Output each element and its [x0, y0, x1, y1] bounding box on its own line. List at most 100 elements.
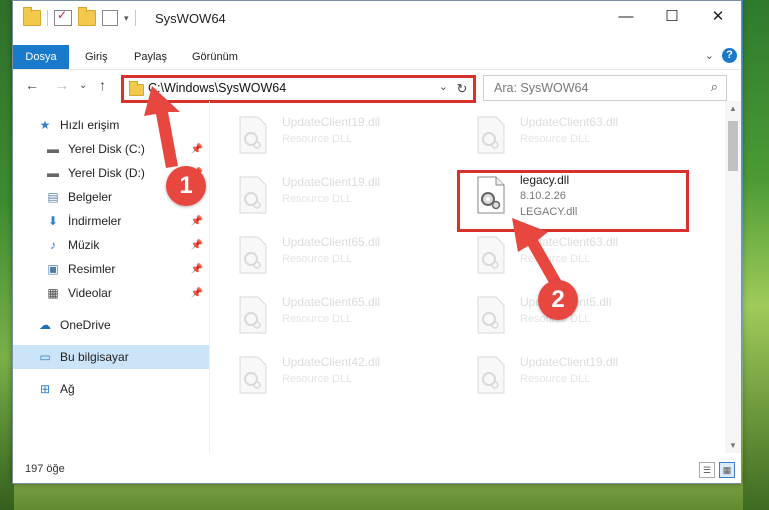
pictures-icon: ▣: [47, 262, 59, 276]
file-name: UpdateClient42.dll: [282, 355, 381, 369]
tiles-view-icon[interactable]: ▦: [719, 462, 735, 478]
computer-icon: ▭: [39, 350, 51, 364]
sidebar-item-label: İndirmeler: [68, 214, 122, 228]
file-description: Resource DLL: [520, 133, 591, 145]
details-view-icon[interactable]: ☰: [699, 462, 715, 478]
title-bar: ▾ SysWOW64 — ☐ ✕: [13, 1, 741, 35]
scroll-thumb[interactable]: [728, 121, 738, 171]
list-item[interactable]: UpdateClient65.dll Resource DLL: [234, 291, 454, 341]
properties-icon[interactable]: [54, 8, 72, 26]
maximize-button[interactable]: ☐: [649, 1, 695, 31]
videos-icon: ▦: [47, 286, 59, 300]
list-item[interactable]: UpdateClient19.dll Resource DLL: [234, 171, 454, 221]
rename-icon[interactable]: [102, 10, 118, 26]
address-text: C:\Windows\SysWOW64: [148, 81, 287, 95]
folder-icon: [23, 7, 41, 26]
separator: [47, 10, 48, 26]
file-list: UpdateClient19.dll Resource DLL UpdateCl…: [209, 101, 726, 453]
file-description: Resource DLL: [520, 253, 591, 265]
documents-icon: ▤: [47, 190, 59, 204]
sidebar-item-this-pc[interactable]: ▭ Bu bilgisayar: [13, 345, 209, 369]
list-item[interactable]: UpdateClient42.dll Resource DLL: [234, 351, 454, 401]
help-icon[interactable]: ?: [722, 48, 737, 63]
sidebar-item-label: Ağ: [60, 382, 75, 396]
sidebar-item-label: OneDrive: [60, 318, 111, 332]
sidebar-item-onedrive[interactable]: ☁ OneDrive: [13, 313, 209, 337]
file-name: UpdateClient63.dll: [520, 235, 619, 249]
sidebar-item-pictures[interactable]: ▣ Resimler 📌: [13, 257, 209, 281]
folder-icon: [129, 81, 144, 96]
pin-icon: 📌: [190, 263, 203, 275]
quick-access-toolbar: ▾: [23, 7, 136, 26]
list-item[interactable]: UpdateClient65.dll Resource DLL: [234, 231, 454, 281]
desktop-background-right: [743, 0, 769, 510]
sidebar-item-label: Resimler: [68, 262, 116, 276]
tab-share[interactable]: Paylaş: [134, 45, 167, 69]
navigation-pane: ★ Hızlı erişim ▬ Yerel Disk (C:) 📌 ▬ Yer…: [13, 109, 209, 439]
file-description: Resource DLL: [520, 373, 591, 385]
list-item[interactable]: UpdateClient63.dll Resource DLL: [472, 231, 692, 281]
back-icon[interactable]: ←: [25, 77, 39, 93]
customize-toolbar-icon[interactable]: ▾: [124, 13, 129, 24]
new-folder-icon[interactable]: [78, 7, 96, 26]
step-badge-2: 2: [538, 280, 578, 320]
window-title: SysWOW64: [155, 11, 226, 26]
expand-ribbon-icon[interactable]: ⌄: [705, 49, 714, 62]
tab-file[interactable]: Dosya: [13, 45, 69, 69]
drive-icon: ▬: [47, 142, 59, 156]
pin-icon: 📌: [190, 215, 203, 227]
onedrive-icon: ☁: [39, 318, 51, 332]
search-icon: ⌕: [710, 79, 718, 94]
address-bar[interactable]: C:\Windows\SysWOW64 ⌄: [121, 75, 457, 103]
dll-file-icon: [477, 116, 505, 154]
list-item[interactable]: UpdateClient63.dll Resource DLL: [472, 111, 692, 161]
sidebar-item-videos[interactable]: ▦ Videolar 📌: [13, 281, 209, 305]
dll-file-icon: [239, 356, 267, 394]
pin-icon: 📌: [190, 239, 203, 251]
ribbon-tabs: Dosya Giriş Paylaş Görünüm ⌄ ?: [13, 45, 741, 70]
ribbon-controls: ⌄ ?: [705, 48, 737, 63]
window-controls: — ☐ ✕: [603, 1, 741, 31]
step-badge-1: 1: [166, 166, 206, 206]
file-name: UpdateClient19.dll: [282, 175, 381, 189]
file-name: UpdateClient63.dll: [520, 115, 619, 129]
recent-locations-icon[interactable]: ⌄: [79, 80, 87, 91]
sidebar-item-disk-c[interactable]: ▬ Yerel Disk (C:) 📌: [13, 137, 209, 161]
file-description: Resource DLL: [282, 253, 353, 265]
close-button[interactable]: ✕: [695, 1, 741, 31]
explorer-window: ▾ SysWOW64 — ☐ ✕ Dosya Giriş Paylaş Görü…: [12, 0, 742, 484]
address-dropdown-icon[interactable]: ⌄: [439, 80, 448, 93]
file-description: Resource DLL: [282, 313, 353, 325]
scroll-down-icon[interactable]: ▼: [725, 441, 741, 450]
sidebar-item-label: Yerel Disk (C:): [68, 142, 145, 156]
list-item[interactable]: UpdateClient19.dll Resource DLL: [234, 111, 454, 161]
dll-file-icon: [239, 236, 267, 274]
star-icon: ★: [39, 118, 51, 132]
view-buttons: ☰ ▦: [699, 462, 735, 478]
search-input[interactable]: Ara: SysWOW64 ⌕: [483, 75, 727, 101]
dll-file-icon: [477, 296, 505, 334]
dll-file-icon: [239, 116, 267, 154]
file-description: Resource DLL: [282, 133, 353, 145]
sidebar-item-label: Müzik: [68, 238, 100, 252]
list-item[interactable]: UpdateClient5.dll Resource DLL: [472, 291, 692, 341]
sidebar-item-quick-access[interactable]: ★ Hızlı erişim: [13, 113, 209, 137]
sidebar-item-label: Belgeler: [68, 190, 113, 204]
forward-icon[interactable]: →: [55, 77, 69, 93]
file-description: Resource DLL: [282, 373, 353, 385]
item-count: 197 öğe: [25, 463, 65, 475]
sidebar-item-label: Yerel Disk (D:): [68, 166, 145, 180]
vertical-scrollbar[interactable]: ▲ ▼: [725, 101, 741, 453]
tab-view[interactable]: Görünüm: [192, 45, 238, 69]
sidebar-item-music[interactable]: ♪ Müzik 📌: [13, 233, 209, 257]
refresh-icon[interactable]: ↻: [451, 75, 476, 103]
dll-file-icon: [239, 296, 267, 334]
up-icon[interactable]: ↑: [99, 77, 106, 93]
sidebar-item-downloads[interactable]: ⬇ İndirmeler 📌: [13, 209, 209, 233]
tab-home[interactable]: Giriş: [85, 45, 108, 69]
file-name: UpdateClient65.dll: [282, 295, 381, 309]
list-item[interactable]: UpdateClient19.dll Resource DLL: [472, 351, 692, 401]
scroll-up-icon[interactable]: ▲: [725, 104, 741, 113]
minimize-button[interactable]: —: [603, 1, 649, 31]
sidebar-item-network[interactable]: ⊞ Ağ: [13, 377, 209, 401]
